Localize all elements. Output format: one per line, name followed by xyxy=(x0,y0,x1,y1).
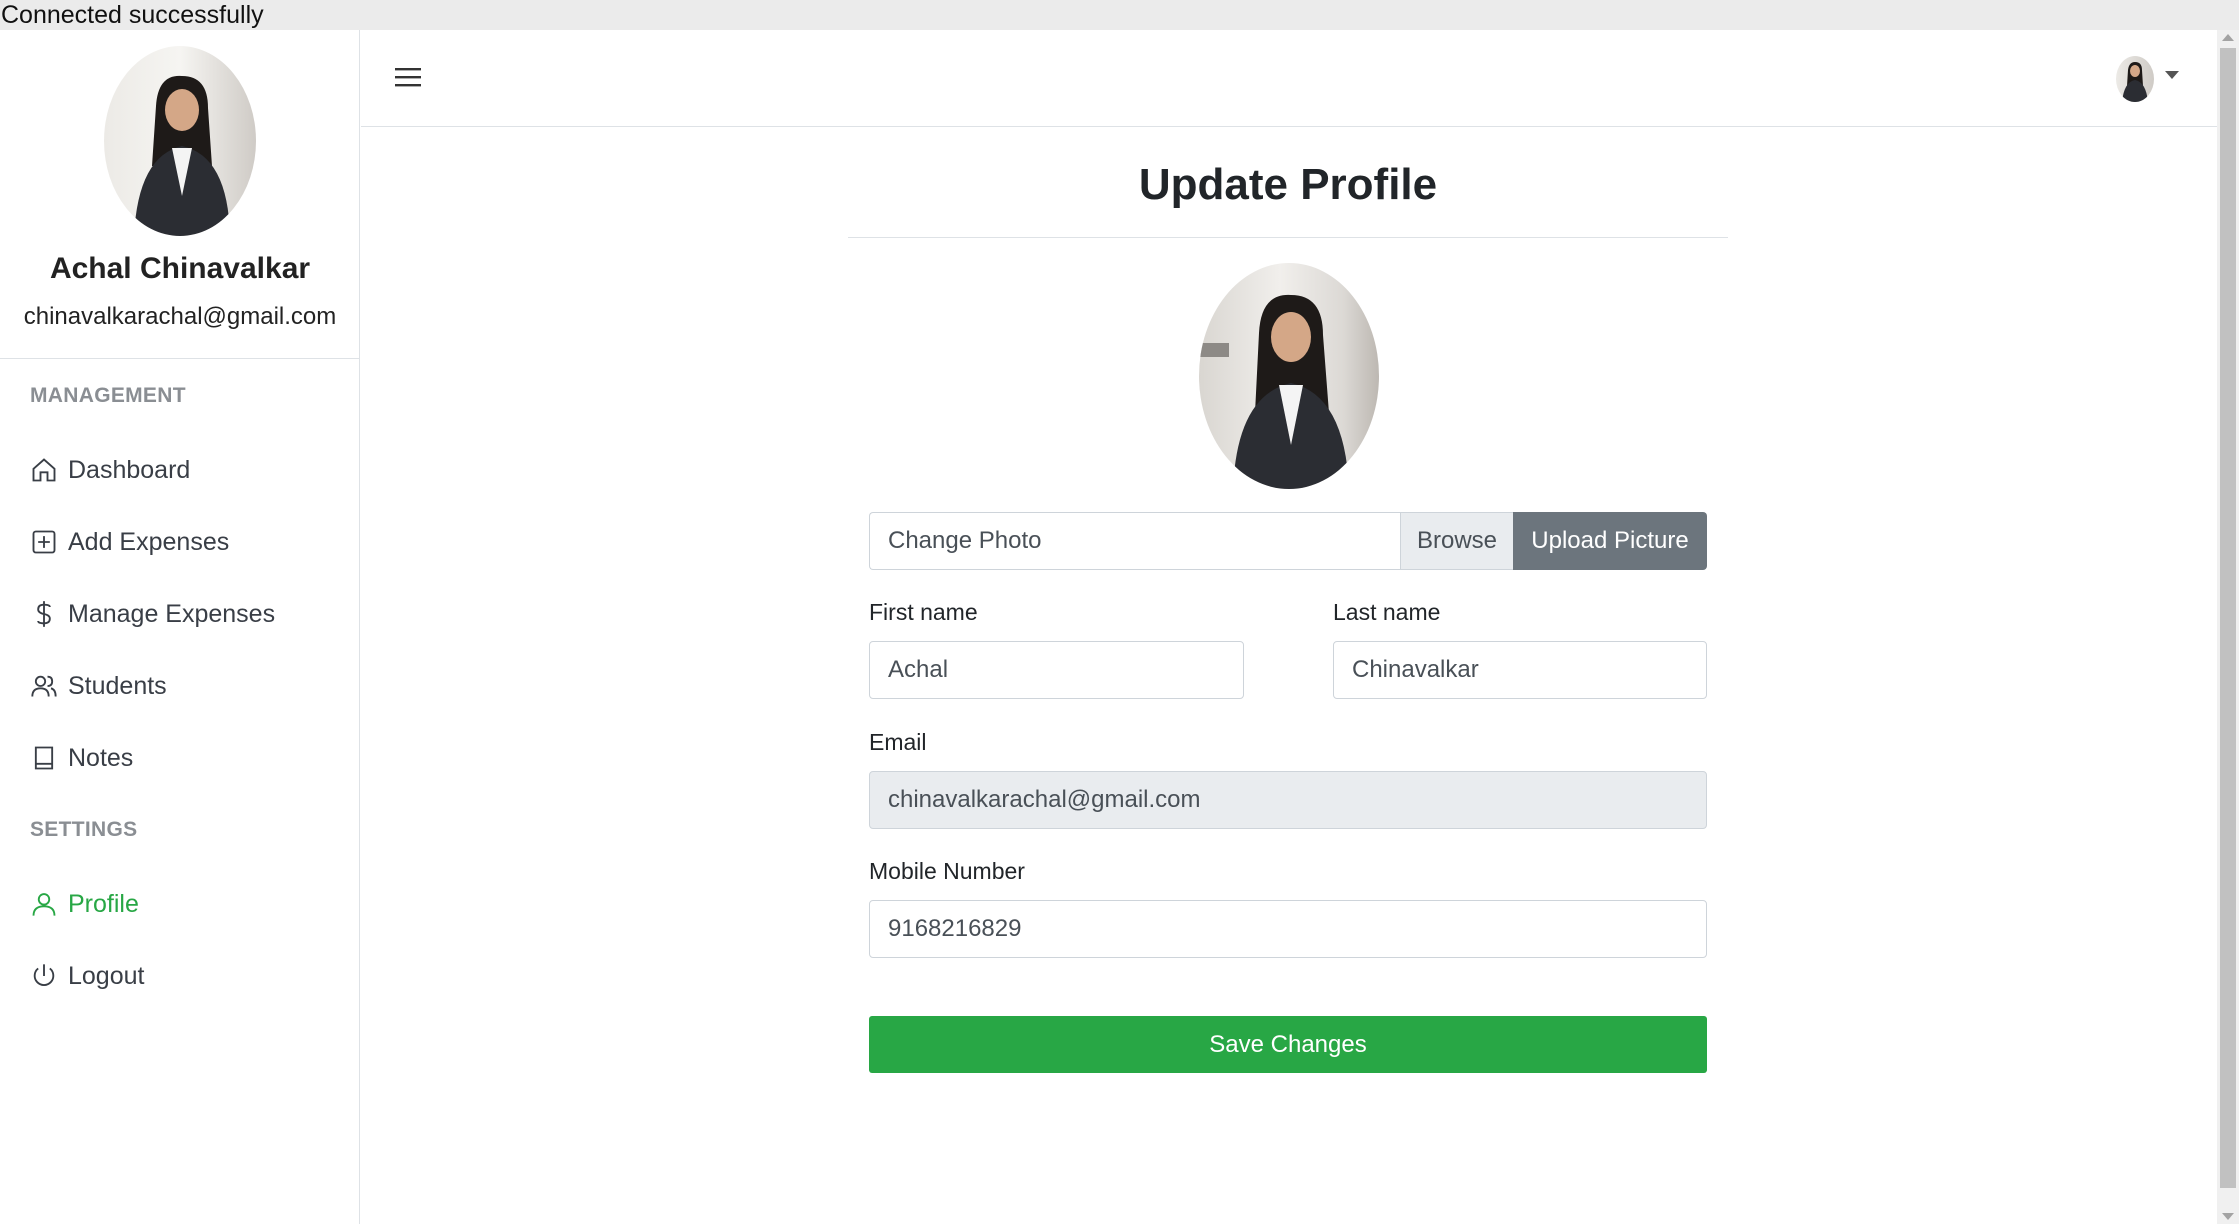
sidebar-item-add-expenses[interactable]: Add Expenses xyxy=(30,522,229,562)
first-name-label: First name xyxy=(869,599,978,625)
sidebar-item-label: Dashboard xyxy=(68,455,191,484)
section-title-settings: SETTINGS xyxy=(30,818,138,841)
save-changes-button[interactable]: Save Changes xyxy=(869,1016,1707,1073)
sidebar-item-label: Profile xyxy=(68,889,139,918)
upload-picture-button[interactable]: Upload Picture xyxy=(1513,512,1707,570)
last-name-label: Last name xyxy=(1333,599,1441,625)
sidebar: Achal Chinavalkar chinavalkarachal@gmail… xyxy=(0,30,360,1224)
title-divider xyxy=(848,237,1728,238)
dollar-icon xyxy=(37,601,51,627)
section-title-management: MANAGEMENT xyxy=(30,384,186,407)
sidebar-item-label: Manage Expenses xyxy=(68,599,276,628)
sidebar-item-students[interactable]: Students xyxy=(30,666,167,706)
photo-upload-group: Change Photo Browse Upload Picture xyxy=(869,512,1707,570)
plus-square-icon xyxy=(32,530,56,554)
connection-status-text: Connected successfully xyxy=(1,1,264,29)
sidebar-item-profile[interactable]: Profile xyxy=(30,884,139,924)
connection-status-bar: Connected successfully xyxy=(0,0,2239,30)
sidebar-item-label: Add Expenses xyxy=(68,527,230,556)
sidebar-item-notes[interactable]: Notes xyxy=(30,738,133,778)
scroll-up-arrow-icon[interactable] xyxy=(2222,34,2234,41)
user-menu-avatar[interactable] xyxy=(2116,56,2154,102)
book-icon xyxy=(34,746,54,770)
email-field[interactable]: chinavalkarachal@gmail.com xyxy=(869,771,1707,829)
avatar-icon xyxy=(2122,62,2148,102)
profile-photo-icon xyxy=(1199,294,1349,489)
mobile-number-label: Mobile Number xyxy=(869,858,1025,884)
people-icon xyxy=(31,675,57,697)
scroll-down-arrow-icon[interactable] xyxy=(2222,1213,2234,1220)
hamburger-menu-icon[interactable] xyxy=(395,65,425,91)
user-menu-caret-icon[interactable] xyxy=(2165,71,2179,79)
mobile-number-field[interactable]: 9168216829 xyxy=(869,900,1707,958)
profile-photo-icon xyxy=(134,75,230,236)
scrollbar-thumb[interactable] xyxy=(2220,48,2236,1188)
top-navbar xyxy=(361,30,2217,127)
sidebar-user-name: Achal Chinavalkar xyxy=(49,252,311,285)
first-name-field[interactable]: Achal xyxy=(869,641,1244,699)
email-label: Email xyxy=(869,729,927,755)
browse-button[interactable]: Browse xyxy=(1400,512,1513,570)
sidebar-avatar xyxy=(104,46,256,236)
sidebar-item-label: Notes xyxy=(68,743,134,772)
person-icon xyxy=(32,893,56,916)
sidebar-item-logout[interactable]: Logout xyxy=(30,956,144,996)
sidebar-item-manage-expenses[interactable]: Manage Expenses xyxy=(30,594,275,634)
house-icon xyxy=(32,458,56,482)
page-title: Update Profile xyxy=(1138,160,1438,209)
sidebar-user-email: chinavalkarachal@gmail.com xyxy=(23,303,337,330)
change-photo-file-input[interactable]: Change Photo xyxy=(869,512,1400,570)
last-name-field[interactable]: Chinavalkar xyxy=(1333,641,1707,699)
sidebar-divider xyxy=(0,358,360,359)
profile-photo xyxy=(1199,263,1379,489)
sidebar-item-label: Students xyxy=(68,671,167,700)
power-icon xyxy=(33,964,55,986)
sidebar-item-label: Logout xyxy=(68,961,145,990)
vertical-scrollbar[interactable] xyxy=(2217,30,2239,1224)
sidebar-item-dashboard[interactable]: Dashboard xyxy=(30,450,190,490)
